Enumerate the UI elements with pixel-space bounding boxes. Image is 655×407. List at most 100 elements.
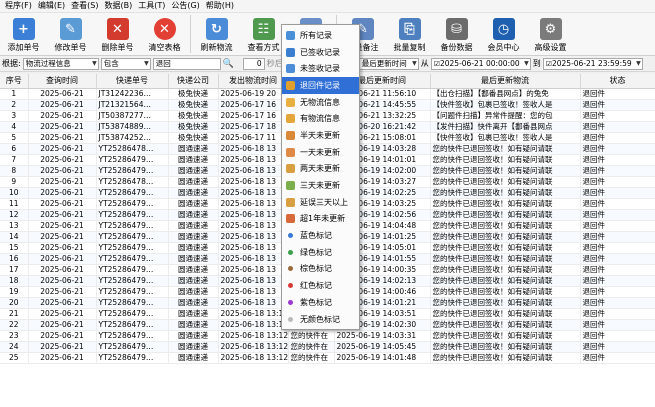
table-cell: 圆通速递 <box>168 319 219 331</box>
column-header[interactable]: 发出物流时间 <box>218 74 289 89</box>
filter-keyword-input[interactable]: 退回 <box>152 57 221 70</box>
table-cell: 2025-06-21 <box>28 352 97 364</box>
table-cell: 2025-06-18 13 <box>218 154 289 166</box>
context-menu-item[interactable]: 未签收记录 <box>282 60 359 77</box>
toolbar-separator <box>190 15 191 53</box>
table-cell: 您的快件已退回签收！如有疑问请联 <box>430 154 581 166</box>
toolbar-button[interactable]: ✕ 清空表格 <box>141 15 188 55</box>
member-center-icon: ◷ <box>492 18 515 40</box>
chevron-down-icon: ▼ <box>92 59 97 67</box>
returned-records-icon <box>286 80 295 90</box>
table-cell: 2025-06-19 14:05:45 <box>334 341 431 353</box>
table-cell: YT25286479… <box>96 341 169 353</box>
column-header[interactable]: 快递公司 <box>168 74 219 89</box>
table-cell: 退回件 <box>580 99 655 111</box>
menu-item[interactable]: 程序(F) <box>2 0 35 12</box>
context-menu-item[interactable]: 已签收记录 <box>282 44 359 61</box>
context-menu-item[interactable]: 紫色标记 <box>282 294 359 311</box>
toolbar-button[interactable]: ✕ 删除单号 <box>94 15 141 55</box>
context-menu-item[interactable]: 超1年未更新 <box>282 211 359 228</box>
context-menu-item[interactable]: 有物流信息 <box>282 110 359 127</box>
table-cell: 退回件 <box>580 297 655 309</box>
context-menu-item[interactable]: 三天未更新 <box>282 177 359 194</box>
context-menu-item[interactable]: 退回件记录 <box>282 77 359 94</box>
context-menu-item[interactable]: 两天未更新 <box>282 161 359 178</box>
menu-item[interactable]: 查看(S) <box>68 0 101 12</box>
table-cell: 2025-06-21 <box>28 99 97 111</box>
view-mode-icon: ☷ <box>252 18 275 40</box>
table-cell: 2025-06-21 <box>28 187 97 199</box>
menu-item[interactable]: 公告(G) <box>168 0 202 12</box>
table-cell: 22 <box>0 319 29 331</box>
context-menu-item[interactable]: 无颜色标记 <box>282 311 359 328</box>
filter-mode-select[interactable]: 包含 ▼ <box>100 57 151 70</box>
unsigned-records-icon <box>286 64 295 74</box>
over-year-icon <box>286 214 295 224</box>
table-cell: 您的快件已退回签收！如有疑问请联 <box>430 330 581 342</box>
table-cell: 您的快件已退回签收！如有疑问请联 <box>430 187 581 199</box>
column-header[interactable]: 最后更新物流 <box>430 74 581 89</box>
column-header[interactable]: 查询时间 <box>28 74 97 89</box>
table-cell: JT21321564… <box>96 99 169 111</box>
table-cell: 2025-06-18 13:12:55 <box>218 319 289 331</box>
table-cell: 您的快件已退回签收！如有疑问请联 <box>430 308 581 320</box>
filter-field-select[interactable]: 物流过程信息 ▼ <box>22 57 99 70</box>
context-menu-item[interactable]: 半天未更新 <box>282 127 359 144</box>
toolbar-button-label: 删除单号 <box>101 43 134 52</box>
context-menu-item[interactable]: 蓝色标记 <box>282 227 359 244</box>
three-day-icon <box>286 181 295 191</box>
toolbar-button[interactable]: ↻ 刷新物流 <box>193 15 240 55</box>
chevron-down-icon: ▼ <box>144 59 149 67</box>
table-cell: 圆通速递 <box>168 176 219 188</box>
context-menu-item[interactable]: 绿色标记 <box>282 244 359 261</box>
menu-item[interactable]: 帮助(H) <box>203 0 237 12</box>
table-cell: YT25286479… <box>96 330 169 342</box>
table-cell: 退回件 <box>580 330 655 342</box>
context-menu-item[interactable]: 棕色标记 <box>282 261 359 278</box>
table-cell: 2025-06-18 13:12:57 <box>218 341 289 353</box>
context-menu-label: 红色标记 <box>300 281 332 291</box>
column-header[interactable]: 状态 <box>580 74 655 89</box>
table-cell: 您的快件已退回签收！如有疑问请联 <box>430 352 581 364</box>
table-cell: 退回件 <box>580 176 655 188</box>
toolbar-button[interactable]: ◷ 会员中心 <box>480 15 527 55</box>
two-day-icon <box>286 164 295 174</box>
context-menu-item[interactable]: 一天未更新 <box>282 144 359 161</box>
auto-refresh-count-input[interactable]: 0 <box>242 57 265 70</box>
menu-item[interactable]: 工具(T) <box>135 0 168 12</box>
table-row[interactable]: 25 2025-06-21 YT25286479… 圆通速递 2025-06-18 13… <box>0 352 655 364</box>
half-day-icon <box>286 130 295 140</box>
refresh-list-icon: ↻ <box>205 18 228 40</box>
menu-item[interactable]: 数据(B) <box>101 0 135 12</box>
context-menu-item[interactable]: 所有记录 <box>282 27 359 44</box>
toolbar-button[interactable]: ⎘ 批量复制 <box>386 15 433 55</box>
column-header[interactable]: 序号 <box>0 74 29 89</box>
toolbar-button[interactable]: ⛁ 备份数据 <box>433 15 480 55</box>
table-cell: 圆通速递 <box>168 297 219 309</box>
search-icon[interactable]: 🔍 <box>223 59 234 69</box>
toolbar-button[interactable]: ⚙ 高级设置 <box>527 15 574 55</box>
context-menu-item[interactable]: 无物流信息 <box>282 94 359 111</box>
toolbar-button[interactable]: ✎ 修改单号 <box>47 15 94 55</box>
table-cell: 16 <box>0 253 29 265</box>
table-cell: 2025-06-19 20 <box>218 88 289 100</box>
to-date-picker[interactable]: ☑2025-06-21 23:59:59 ▼ <box>542 57 643 70</box>
table-row[interactable]: 24 2025-06-21 YT25286479… 圆通速递 2025-06-18 13… <box>0 341 655 353</box>
table-cell: 19 <box>0 286 29 298</box>
time-field-select[interactable]: 最后更新时间 ▼ <box>358 57 419 70</box>
menu-item[interactable]: 编辑(E) <box>35 0 68 12</box>
context-menu-item[interactable]: 延误三天以上 <box>282 194 359 211</box>
table-cell: 10 <box>0 187 29 199</box>
toolbar-button[interactable]: ☷ 查看方式 <box>240 15 287 55</box>
context-menu-item[interactable]: 红色标记 <box>282 277 359 294</box>
table-cell: 2025-06-21 <box>28 231 97 243</box>
from-date-picker[interactable]: ☑2025-06-21 00:00:00 ▼ <box>430 57 531 70</box>
table-row[interactable]: 23 2025-06-21 YT25286479… 圆通速递 2025-06-18 13… <box>0 330 655 342</box>
table-cell: YT25286479… <box>96 308 169 320</box>
toolbar-button[interactable]: + 添加单号 <box>0 15 47 55</box>
table-cell: 退回件 <box>580 209 655 221</box>
column-header[interactable]: 快递单号 <box>96 74 169 89</box>
table-cell: JT31242236… <box>96 88 169 100</box>
context-menu-label: 未签收记录 <box>300 64 340 74</box>
context-menu-label: 退回件记录 <box>300 80 340 90</box>
